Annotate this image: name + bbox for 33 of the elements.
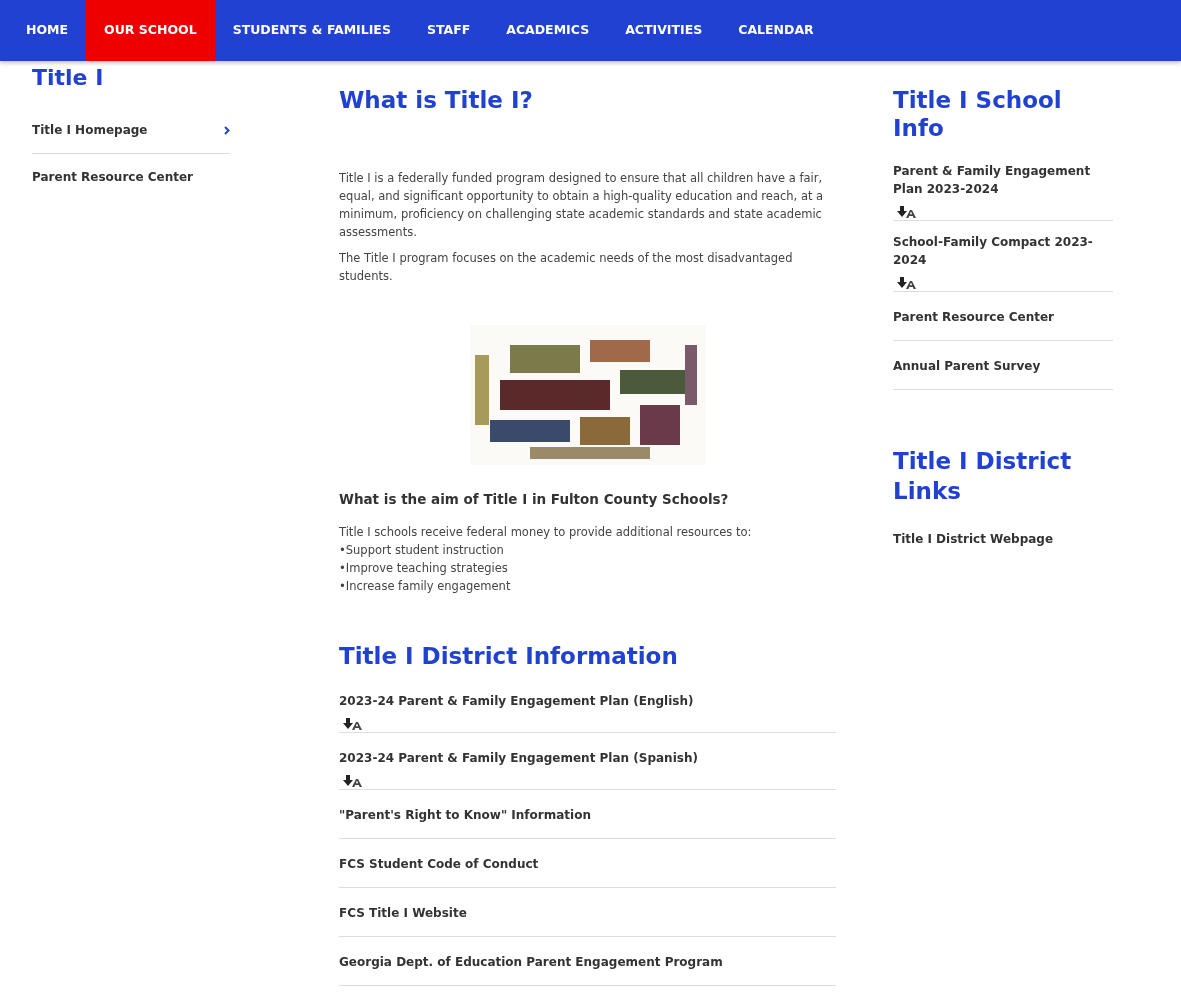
nav-tab[interactable]: CALENDAR [720, 0, 832, 61]
document-link[interactable]: Parent Resource Center [893, 308, 1055, 341]
document-link[interactable]: FCS Student Code of Conduct [339, 855, 539, 888]
document-link[interactable]: FCS Title I Website [339, 904, 467, 937]
sidebar-link[interactable]: Title I Homepage [32, 107, 230, 154]
text-line: •Increase family engagement [339, 577, 512, 595]
nav-tab[interactable]: ACTIVITIES [607, 0, 721, 61]
page-heading: What is Title I? [339, 87, 534, 115]
nav-tab[interactable]: STAFF [408, 0, 489, 61]
sidebar-link[interactable]: Parent Resource Center [32, 154, 230, 201]
section-heading: Title I School Info [893, 87, 1063, 143]
document-link[interactable]: Title I District Webpage [893, 530, 1054, 563]
text-line: Title I schools receive federal money to provide additional resources to: [339, 523, 753, 541]
section-heading: Title I District Links [893, 447, 1073, 507]
paragraph: The Title I program focuses on the academic needs of the most disadvantaged students. [339, 249, 794, 285]
document-link[interactable]: 2023-24 Parent & Family Engagement Plan (Spanish) [339, 749, 698, 776]
sidebar-title: Title I [32, 65, 105, 92]
text-line: •Improve teaching strategies [339, 559, 509, 577]
nav-tab[interactable]: STUDENTS & FAMILIES [214, 0, 409, 61]
document-link[interactable]: 2023-24 Parent & Family Engagement Plan (English) [339, 692, 694, 719]
text-line: •Support student instruction [339, 541, 505, 559]
document-link[interactable]: "Parent's Right to Know" Information [339, 806, 591, 839]
nav-tab[interactable]: HOME [8, 0, 87, 61]
nav-tab[interactable]: OUR SCHOOL [86, 0, 215, 61]
paragraph: Title I is a federally funded program designed to ensure that all children have a fair, equal, and significant opportunity to obtain a high-quality education and reach, at a minimum, proficiency on challenging state academic standards and state academic assessments. [339, 169, 825, 241]
document-link[interactable]: Georgia Dept. of Education Parent Engagement Program [339, 953, 723, 986]
document-link[interactable]: School-Family Compact 2023-2024 [893, 233, 1113, 278]
document-link[interactable]: Parent & Family Engagement Plan 2023-2024 [893, 162, 1113, 207]
nav-tab[interactable]: ACADEMICS [488, 0, 608, 61]
chevron-icon [224, 125, 230, 135]
section-heading: What is the aim of Title I in Fulton County Schools? [339, 490, 730, 507]
section-heading: Title I District Information [339, 642, 679, 671]
document-link[interactable]: Annual Parent Survey [893, 357, 1041, 390]
